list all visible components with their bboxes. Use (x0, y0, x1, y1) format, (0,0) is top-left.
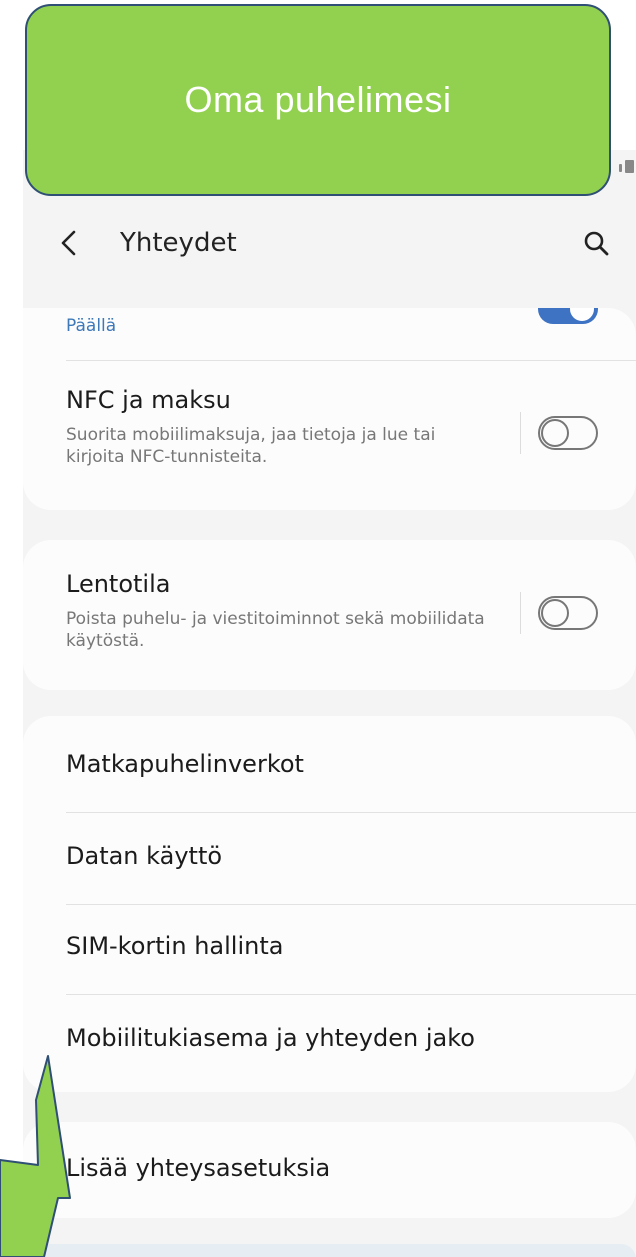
battery-icon (625, 160, 634, 173)
chevron-left-icon (61, 230, 76, 256)
menu-item-label: Mobiilitukiasema ja yhteyden jako (66, 1024, 475, 1052)
nfc-row[interactable]: NFC ja maksu Suorita mobiilimaksuja, jaa… (23, 360, 636, 510)
vertical-separator (520, 592, 521, 634)
switch-knob (568, 308, 596, 323)
menu-item-label: Matkapuhelinverkot (66, 750, 304, 778)
banner-text: Oma puhelimesi (184, 79, 452, 120)
connections-card-2: Lentotila Poista puhelu- ja viestitoimin… (23, 540, 636, 690)
menu-item-mobile-networks[interactable]: Matkapuhelinverkot (23, 716, 636, 812)
connections-card-4: Lisää yhteysasetuksia (23, 1122, 636, 1218)
connections-card-1: Päällä NFC ja maksu Suorita mobiilimaksu… (23, 308, 636, 510)
page-title: Yhteydet (120, 228, 237, 258)
airplane-row[interactable]: Lentotila Poista puhelu- ja viestitoimin… (23, 540, 636, 690)
menu-item-data-usage[interactable]: Datan käyttö (23, 812, 636, 904)
phone-screen: Yhteydet Päällä NFC ja maksu Suorita mob… (23, 150, 636, 1257)
nfc-subtitle: Suorita mobiilimaksuja, jaa tietoja ja l… (66, 425, 436, 467)
airplane-subtitle: Poista puhelu- ja viestitoiminnot sekä m… (66, 609, 485, 651)
menu-item-hotspot-tethering[interactable]: Mobiilitukiasema ja yhteyden jako (23, 994, 636, 1092)
annotation-banner: Oma puhelimesi (25, 4, 611, 196)
nfc-switch[interactable] (538, 416, 598, 450)
top-toggle-switch[interactable] (538, 308, 598, 324)
menu-item-label: SIM-kortin hallinta (66, 932, 284, 960)
app-bar: Yhteydet (23, 205, 636, 285)
airplane-title: Lentotila (66, 570, 171, 598)
search-icon (584, 231, 609, 256)
bottom-card (23, 1244, 636, 1257)
menu-item-more-settings[interactable]: Lisää yhteysasetuksia (23, 1122, 636, 1218)
switch-knob (541, 419, 569, 447)
menu-item-label: Lisää yhteysasetuksia (66, 1154, 331, 1182)
menu-item-sim-manager[interactable]: SIM-kortin hallinta (23, 904, 636, 994)
status-bar (619, 150, 636, 174)
search-button[interactable] (578, 225, 614, 261)
nfc-title: NFC ja maksu (66, 386, 231, 414)
signal-icon (619, 164, 622, 172)
switch-knob (541, 599, 569, 627)
menu-item-label: Datan käyttö (66, 842, 223, 870)
connections-card-3: Matkapuhelinverkot Datan käyttö SIM-kort… (23, 716, 636, 1092)
vertical-separator (520, 412, 521, 454)
airplane-switch[interactable] (538, 596, 598, 630)
back-button[interactable] (51, 225, 87, 261)
pointer-arrow-icon (0, 1055, 71, 1257)
top-toggle-status: Päällä (66, 316, 117, 336)
